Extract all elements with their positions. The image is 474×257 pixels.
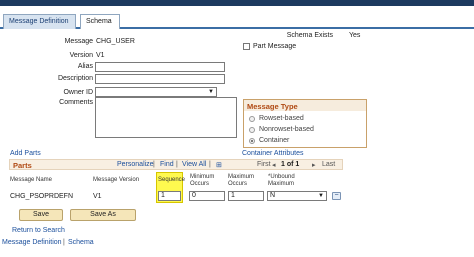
comments-label: Comments xyxy=(59,99,93,106)
return-to-search-link[interactable]: Return to Search xyxy=(12,227,65,234)
radio-label: Nonrowset-based xyxy=(259,126,314,133)
find-link[interactable]: Find xyxy=(160,161,174,168)
owner-id-label: Owner ID xyxy=(63,89,93,96)
message-type-title: Message Type xyxy=(244,100,366,111)
unbound-maximum-select[interactable]: N ▼ xyxy=(267,191,327,201)
chevron-down-icon: ▼ xyxy=(318,193,324,199)
row-message-version: V1 xyxy=(93,193,102,200)
tab-message-definition[interactable]: Message Definition xyxy=(3,14,76,29)
pager-count: 1 of 1 xyxy=(281,161,300,168)
sequence-input[interactable]: 1 xyxy=(158,191,181,201)
separator: | xyxy=(153,161,155,168)
schema-exists-value: Yes xyxy=(349,32,361,39)
footer-separator: | xyxy=(63,239,65,246)
add-parts-link[interactable]: Add Parts xyxy=(10,150,41,157)
message-label: Message xyxy=(64,38,93,45)
column-header-sequence: Sequence xyxy=(158,177,186,183)
footer-message-definition-link[interactable]: Message Definition xyxy=(2,239,62,246)
radio-selected-icon[interactable] xyxy=(249,138,255,144)
chevron-down-icon: ▼ xyxy=(208,89,214,95)
column-header-message-version: Message Version xyxy=(93,177,140,183)
owner-id-select[interactable]: ▼ xyxy=(95,87,217,97)
part-message-label: Part Message xyxy=(253,43,297,50)
radio-label: Rowset-based xyxy=(259,115,304,122)
save-as-button[interactable]: Save As xyxy=(70,209,136,221)
column-header-minimum-occurs: Minimum Occurs xyxy=(190,174,215,187)
part-message-checkbox[interactable] xyxy=(243,43,250,50)
save-button[interactable]: Save xyxy=(19,209,63,221)
separator: | xyxy=(209,161,211,168)
personalize-link[interactable]: Personalize xyxy=(117,161,154,168)
message-type-group: Message Type Rowset-based Nonrowset-base… xyxy=(243,99,367,148)
radio-icon[interactable] xyxy=(249,127,255,133)
version-label: Version xyxy=(69,52,93,59)
top-header-bar xyxy=(0,0,474,6)
row-message-name: CHG_PSOPRDEFN xyxy=(10,193,74,200)
unbound-maximum-value: N xyxy=(270,192,276,199)
view-all-link[interactable]: View All xyxy=(182,161,206,168)
schema-exists-label: Schema Exists xyxy=(286,32,333,39)
alias-input[interactable] xyxy=(95,62,225,72)
alias-label: Alias xyxy=(77,63,93,70)
comments-textarea[interactable] xyxy=(95,97,237,138)
description-input[interactable] xyxy=(95,74,225,84)
column-header-unbound-maximum: *Unbound Maximum xyxy=(268,174,295,187)
parts-grid-header: Parts Personalize | Find | View All | ⊞ … xyxy=(9,159,343,170)
next-arrow-icon[interactable]: ▸ xyxy=(312,161,316,169)
container-attributes-link[interactable]: Container Attributes xyxy=(242,150,303,157)
page-tabs: Message Definition Schema xyxy=(0,13,474,29)
message-value: CHG_USER xyxy=(96,38,135,45)
previous-arrow-icon[interactable]: ◂ xyxy=(272,161,276,169)
tab-schema[interactable]: Schema xyxy=(80,14,120,29)
radio-icon[interactable] xyxy=(249,116,255,122)
version-value: V1 xyxy=(96,52,105,59)
parts-title: Parts xyxy=(13,161,32,170)
footer-schema-link[interactable]: Schema xyxy=(68,239,94,246)
maximum-occurs-input[interactable]: 1 xyxy=(228,191,264,201)
delete-row-button[interactable]: − xyxy=(332,192,341,200)
minimum-occurs-input[interactable]: 0 xyxy=(189,191,225,201)
radio-label: Container xyxy=(259,137,290,144)
separator: | xyxy=(176,161,178,168)
description-label: Description xyxy=(57,75,93,82)
column-header-maximum-occurs: Maximum Occurs xyxy=(228,174,255,187)
last-label[interactable]: Last xyxy=(322,161,335,168)
grid-download-icon[interactable]: ⊞ xyxy=(216,161,222,169)
first-label[interactable]: First xyxy=(257,161,271,168)
column-header-message-name: Message Name xyxy=(10,177,53,183)
